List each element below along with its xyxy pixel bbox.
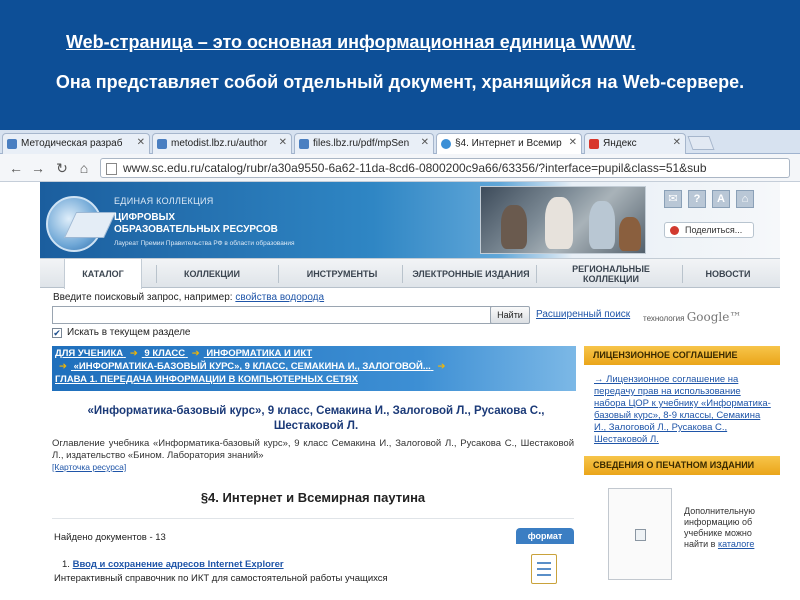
tab-title: metodist.lbz.ru/author [171, 138, 268, 149]
advanced-search-link[interactable]: Расширенный поиск [536, 309, 630, 320]
arrow-icon: → [594, 374, 607, 385]
menu-catalog[interactable]: КАТАЛОГ [64, 259, 142, 289]
browser-tab-1[interactable]: Методическая разраб ✕ [2, 133, 150, 154]
print-note: Дополнительную информацию об учебнике мо… [684, 506, 778, 550]
print-heading: СВЕДЕНИЯ О ПЕЧАТНОМ ИЗДАНИИ [584, 456, 780, 475]
globe-icon [441, 139, 451, 149]
doc-icon [157, 139, 167, 149]
mail-icon[interactable]: ✉ [664, 190, 682, 208]
license-link-text[interactable]: Лицензионное соглашение на передачу прав… [594, 374, 771, 445]
doc-icon [7, 139, 17, 149]
doc-description: Интерактивный справочник по ИКТ для само… [54, 573, 388, 584]
close-icon[interactable]: ✕ [279, 137, 287, 148]
google-logo: Google™ [686, 310, 742, 324]
tab-title: files.lbz.ru/pdf/mpSen [313, 138, 410, 149]
forward-icon[interactable]: → [28, 158, 48, 178]
doc-icon [299, 139, 309, 149]
web-page: ЕДИНАЯ КОЛЛЕКЦИЯ ЦИФРОВЫХ ОБРАЗОВАТЕЛЬНЫ… [40, 182, 780, 600]
search-example-link[interactable]: свойства водорода [235, 292, 324, 303]
brand-line1: ЕДИНАЯ КОЛЛЕКЦИЯ [114, 196, 214, 206]
brand-title: ЦИФРОВЫХ ОБРАЗОВАТЕЛЬНЫХ РЕСУРСОВ [114, 212, 278, 236]
browser-tab-2[interactable]: metodist.lbz.ru/author ✕ [152, 133, 292, 154]
browser-tab-active[interactable]: §4. Интернет и Всемир ✕ [436, 133, 582, 154]
share-label: Поделиться... [685, 225, 743, 235]
in-section-label: Искать в текущем разделе [67, 327, 191, 338]
tab-title: Яндекс [603, 138, 637, 149]
main-menu: КАТАЛОГ КОЛЛЕКЦИИ ИНСТРУМЕНТЫ ЭЛЕКТРОННЫ… [40, 258, 780, 289]
font-size-icon[interactable]: A [712, 190, 730, 208]
close-icon[interactable]: ✕ [421, 137, 429, 148]
menu-e-editions[interactable]: ЭЛЕКТРОННЫЕ ИЗДАНИЯ [412, 259, 530, 289]
resource-card-link[interactable]: [Карточка ресурса] [52, 462, 126, 472]
browser-tab-3[interactable]: files.lbz.ru/pdf/mpSen ✕ [294, 133, 434, 154]
header-photo [480, 186, 646, 254]
menu-news[interactable]: НОВОСТИ [692, 259, 764, 289]
brand-title-line1: ЦИФРОВЫХ [114, 212, 176, 223]
sidebar: ЛИЦЕНЗИОННОЕ СОГЛАШЕНИЕ → Лицензионное с… [584, 346, 780, 600]
tech-label: технология [643, 314, 685, 323]
license-link[interactable]: → Лицензионное соглашение на передачу пр… [594, 374, 774, 446]
search-input[interactable] [52, 306, 522, 324]
home-icon[interactable]: ⌂ [74, 158, 94, 178]
tab-strip: Методическая разраб ✕ metodist.lbz.ru/au… [0, 130, 800, 154]
tab-title: Методическая разраб [21, 138, 123, 149]
in-section-checkbox[interactable]: ✔ [52, 328, 62, 338]
slide-subtitle: Она представляет собой отдельный докумен… [55, 72, 745, 92]
close-icon[interactable]: ✕ [569, 137, 577, 148]
arrow-right-icon: ➔ [437, 361, 446, 372]
share-button[interactable]: Поделиться... [664, 222, 754, 238]
yandex-icon [589, 139, 599, 149]
checklist-icon [531, 554, 557, 584]
menu-regional[interactable]: РЕГИОНАЛЬНЫЕ КОЛЛЕКЦИИ [546, 259, 676, 289]
doc-link[interactable]: Ввод и сохранение адресов Internet Explo… [73, 559, 284, 570]
page-icon [106, 163, 117, 175]
found-count: Найдено документов - 13 [54, 532, 166, 543]
search-hint-text: Введите поисковый запрос, например: [53, 292, 233, 303]
home-icon[interactable]: ⌂ [736, 190, 754, 208]
menu-tools[interactable]: ИНСТРУМЕНТЫ [288, 259, 396, 289]
section-title: §4. Интернет и Всемирная паутина [200, 490, 426, 505]
breadcrumb-chapter[interactable]: ГЛАВА 1. ПЕРЕДАЧА ИНФОРМАЦИИ В КОМПЬЮТЕР… [55, 374, 358, 385]
slide-title: Web-страница – это основная информационн… [66, 32, 636, 52]
arrow-right-icon: ➔ [191, 348, 200, 359]
list-item: 1. Ввод и сохранение адресов Internet Ex… [62, 559, 284, 570]
catalog-link[interactable]: каталоге [718, 539, 754, 549]
back-icon[interactable]: ← [6, 158, 26, 178]
toc-description: Оглавление учебника «Информатика-базовый… [52, 438, 574, 461]
menu-collections[interactable]: КОЛЛЕКЦИИ [166, 259, 258, 289]
doc-number: 1. [62, 559, 70, 570]
book-cover-image[interactable] [608, 488, 672, 580]
divider [52, 518, 574, 519]
license-heading: ЛИЦЕНЗИОННОЕ СОГЛАШЕНИЕ [584, 346, 780, 365]
breadcrumb-subject[interactable]: ИНФОРМАТИКА И ИКТ [206, 348, 312, 359]
site-header: ЕДИНАЯ КОЛЛЕКЦИЯ ЦИФРОВЫХ ОБРАЗОВАТЕЛЬНЫ… [40, 182, 780, 258]
tab-title: §4. Интернет и Всемир [455, 138, 562, 149]
reload-icon[interactable]: ↻ [52, 158, 72, 178]
breadcrumb-course[interactable]: «ИНФОРМАТИКА-БАЗОВЫЙ КУРС», 9 КЛАСС, СЕМ… [74, 361, 431, 372]
book-title: «Информатика-базовый курс», 9 класс, Сем… [87, 405, 545, 432]
find-button[interactable]: Найти [490, 306, 530, 324]
arrow-right-icon: ➔ [59, 361, 67, 372]
browser-tab-5[interactable]: Яндекс ✕ [584, 133, 686, 154]
search-tech: технология Google™ [643, 310, 741, 324]
search-hint: Введите поисковый запрос, например: свой… [53, 292, 324, 303]
breadcrumb-grade[interactable]: 9 КЛАСС [144, 348, 185, 359]
close-icon[interactable]: ✕ [137, 137, 145, 148]
help-icon[interactable]: ? [688, 190, 706, 208]
brand-award: Лауреат Премии Правительства РФ в област… [114, 240, 295, 247]
close-icon[interactable]: ✕ [673, 137, 681, 148]
new-tab-button[interactable] [687, 136, 715, 150]
url-text: www.sc.edu.ru/catalog/rubr/a30a9550-6a62… [123, 161, 707, 175]
format-badge: формат [516, 528, 574, 544]
slide-header: Web-страница – это основная информационн… [0, 0, 800, 130]
share-icon [670, 226, 679, 235]
brand-title-line2: ОБРАЗОВАТЕЛЬНЫХ РЕСУРСОВ [114, 224, 278, 235]
nav-bar: ← → ↻ ⌂ www.sc.edu.ru/catalog/rubr/a30a9… [0, 154, 800, 182]
address-bar[interactable]: www.sc.edu.ru/catalog/rubr/a30a9550-6a62… [100, 158, 790, 178]
breadcrumb-student[interactable]: ДЛЯ УЧЕНИКА [55, 348, 123, 359]
browser-window: Методическая разраб ✕ metodist.lbz.ru/au… [0, 130, 800, 600]
broken-image-icon [635, 529, 646, 541]
arrow-right-icon: ➔ [129, 348, 138, 359]
breadcrumb: ДЛЯ УЧЕНИКА ➔ 9 КЛАСС ➔ ИНФОРМАТИКА И ИК… [52, 346, 576, 391]
